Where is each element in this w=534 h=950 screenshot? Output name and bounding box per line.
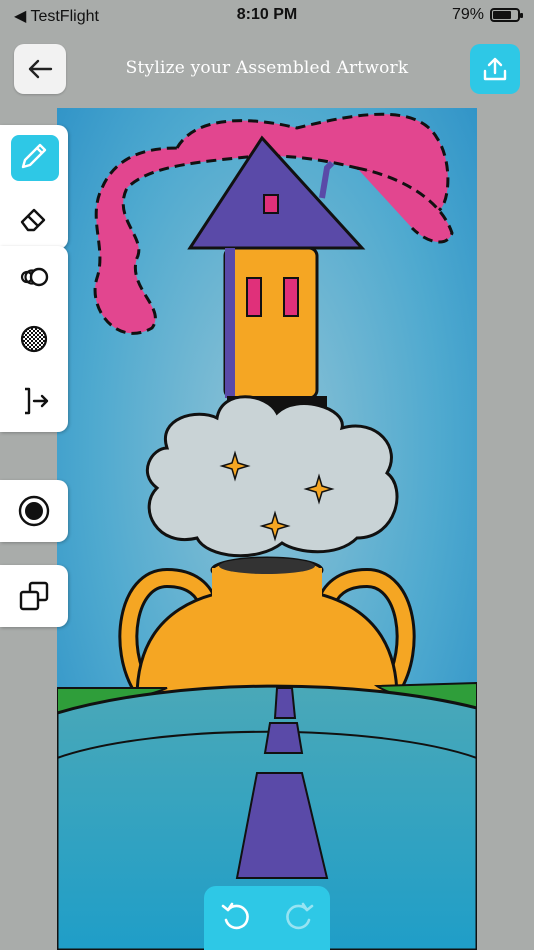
- layers-squares-icon: [19, 581, 49, 611]
- texture-tool-button[interactable]: [0, 308, 68, 370]
- eraser-tool-button[interactable]: [0, 187, 68, 249]
- undo-redo-panel: [204, 886, 330, 950]
- export-layer-button[interactable]: [0, 370, 68, 432]
- tool-group-effects: [0, 246, 68, 432]
- layers-button[interactable]: [0, 565, 68, 627]
- page-title: Stylize your Assembled Artwork: [125, 58, 409, 78]
- share-button[interactable]: [470, 44, 520, 94]
- status-bar: ◀ TestFlight 8:10 PM 79%: [0, 0, 534, 32]
- status-right: 79%: [451, 6, 523, 24]
- battery-icon: [490, 8, 523, 22]
- blend-circles-icon: [20, 267, 49, 287]
- brush-size-dot-icon: [18, 495, 50, 527]
- redo-icon: [285, 902, 313, 930]
- tool-group-layers: [0, 565, 68, 627]
- blend-tool-button[interactable]: [0, 246, 68, 308]
- share-upload-icon: [483, 57, 507, 81]
- tool-group-draw: [0, 125, 68, 249]
- pencil-tool-button[interactable]: [0, 125, 68, 187]
- pencil-icon: [21, 143, 47, 169]
- artwork-canvas[interactable]: [57, 108, 477, 950]
- tool-group-brush: [0, 480, 68, 542]
- undo-button[interactable]: [218, 898, 254, 938]
- artwork-drawing: [57, 108, 477, 950]
- texture-circle-icon: [20, 325, 48, 353]
- brush-size-button[interactable]: [0, 480, 68, 542]
- export-bracket-arrow-icon: [25, 387, 49, 415]
- undo-icon: [221, 902, 249, 930]
- eraser-icon: [20, 208, 46, 232]
- redo-button[interactable]: [281, 898, 317, 938]
- battery-percent: 79%: [451, 6, 484, 23]
